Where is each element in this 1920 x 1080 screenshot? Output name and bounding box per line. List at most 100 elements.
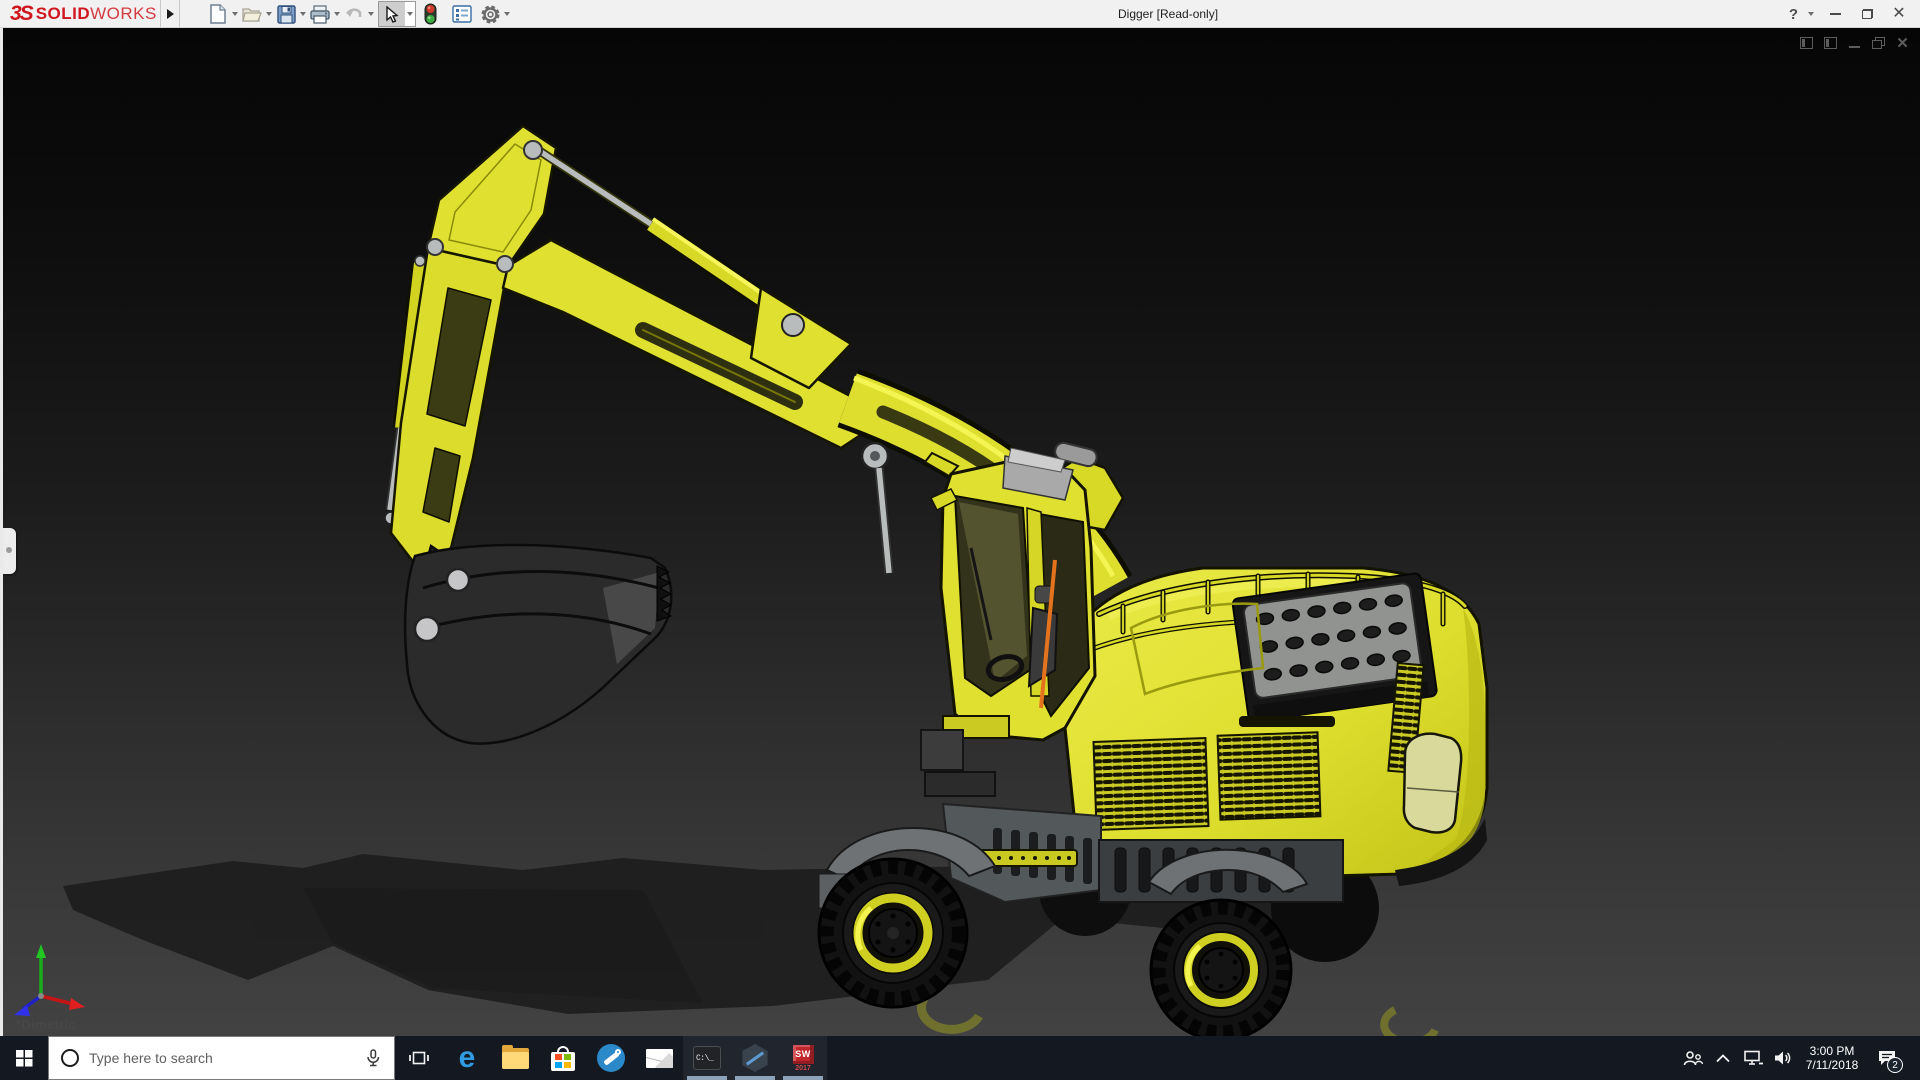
command-prompt-icon: C:\_ <box>693 1046 721 1070</box>
solidworks-2017-icon: SW 2017 <box>792 1044 814 1072</box>
taskbar-app-file-explorer[interactable] <box>491 1036 539 1080</box>
undo-caret[interactable] <box>366 2 376 26</box>
sw-icon-text: SW <box>795 1049 811 1059</box>
minimize-button[interactable] <box>1822 2 1848 26</box>
select-tool-button[interactable] <box>379 2 405 26</box>
tray-overflow-button[interactable] <box>1710 1036 1736 1080</box>
options-button[interactable] <box>478 2 502 26</box>
ds-logo-mark: 3S <box>10 2 34 25</box>
system-tray: 3:00 PM 7/11/2018 2 <box>1680 1036 1920 1080</box>
restore-button[interactable] <box>1854 2 1880 26</box>
pane-icon <box>1824 37 1837 49</box>
speaker-icon <box>1775 1051 1791 1065</box>
windows-taskbar: e C:\_ SW 2017 3:00 PM 7/11/20 <box>0 1036 1920 1080</box>
close-button[interactable]: ✕ <box>1886 2 1912 26</box>
new-document-icon <box>210 4 226 24</box>
cortana-icon <box>61 1049 79 1067</box>
taskbar-app-hexagon[interactable] <box>731 1036 779 1080</box>
minimize-icon <box>1829 13 1841 15</box>
taskbar-app-settings-tool[interactable] <box>587 1036 635 1080</box>
network-button[interactable] <box>1740 1036 1766 1080</box>
windows-logo-icon <box>15 1049 32 1066</box>
taskbar-app-edge[interactable]: e <box>443 1036 491 1080</box>
edge-icon: e <box>458 1041 476 1074</box>
graphics-viewport[interactable]: ✕ *Dimetric <box>0 28 1920 1036</box>
close-icon: ✕ <box>1892 5 1906 22</box>
new-document-button[interactable] <box>206 2 230 26</box>
featuremanager-pane-button[interactable] <box>1799 36 1814 50</box>
taskbar-search-box[interactable] <box>48 1036 395 1080</box>
document-window-controls: ✕ <box>1799 34 1910 52</box>
doc-minimize-icon <box>1849 46 1860 48</box>
flyout-arrow-icon <box>166 8 174 19</box>
task-view-button[interactable] <box>395 1036 443 1080</box>
open-folder-icon <box>242 8 262 22</box>
doc-close-button[interactable]: ✕ <box>1895 34 1910 52</box>
select-tool-group <box>378 1 416 27</box>
featuremanager-collapsed-tab[interactable] <box>3 528 16 574</box>
restore-icon <box>1861 9 1873 19</box>
doc-close-icon: ✕ <box>1896 34 1909 52</box>
menu-flyout-button[interactable] <box>160 0 180 27</box>
front-wheel <box>817 857 969 1009</box>
taskbar-app-solidworks[interactable]: SW 2017 <box>779 1036 827 1080</box>
open-caret[interactable] <box>264 2 274 26</box>
window-controls: ? ✕ <box>1787 0 1912 28</box>
print-button[interactable] <box>308 2 332 26</box>
brand-works: WORKS <box>90 4 157 23</box>
wrench-circle-icon <box>597 1044 625 1072</box>
hexagon-app-icon <box>742 1044 768 1072</box>
microphone-icon[interactable] <box>364 1049 382 1067</box>
people-icon <box>1683 1050 1703 1065</box>
display-pane-button[interactable] <box>1823 36 1838 50</box>
action-center-button[interactable]: 2 <box>1868 1036 1906 1080</box>
rear-wheel <box>1149 898 1293 1036</box>
people-button[interactable] <box>1680 1036 1706 1080</box>
gear-icon <box>481 5 499 23</box>
notification-badge: 2 <box>1887 1057 1903 1073</box>
print-caret[interactable] <box>332 2 342 26</box>
chevron-up-icon <box>1716 1053 1730 1062</box>
bucket <box>403 543 673 745</box>
select-tool-caret[interactable] <box>405 2 415 26</box>
open-button[interactable] <box>240 2 264 26</box>
doc-minimize-button[interactable] <box>1847 36 1862 50</box>
search-input[interactable] <box>89 1050 354 1066</box>
taskbar-empty-area <box>827 1036 1680 1080</box>
volume-button[interactable] <box>1770 1036 1796 1080</box>
taskbar-app-command-prompt[interactable]: C:\_ <box>683 1036 731 1080</box>
help-button[interactable]: ? <box>1787 6 1800 23</box>
tray-time: 3:00 PM <box>1809 1043 1855 1058</box>
taskbar-app-store[interactable] <box>539 1036 587 1080</box>
model-scene[interactable] <box>3 28 1920 1036</box>
display-report-button[interactable] <box>450 2 474 26</box>
store-icon <box>551 1045 575 1071</box>
save-button[interactable] <box>274 2 298 26</box>
cmd-icon-text: C:\_ <box>696 1054 714 1063</box>
undo-icon <box>346 8 362 17</box>
doc-restore-button[interactable] <box>1871 36 1886 50</box>
options-caret[interactable] <box>502 2 512 26</box>
titlebar: 3S SOLID WORKS Digger [Read-only] ? ✕ <box>0 0 1920 28</box>
mail-icon <box>645 1048 673 1068</box>
help-caret[interactable] <box>1806 2 1816 26</box>
solidworks-logo: 3S SOLID WORKS <box>10 2 157 26</box>
rebuild-button[interactable] <box>418 2 442 26</box>
doc-restore-icon <box>1872 37 1885 49</box>
pane-icon <box>1800 37 1813 49</box>
start-button[interactable] <box>0 1036 48 1080</box>
main-toolbar <box>206 0 512 28</box>
network-icon <box>1743 1050 1763 1065</box>
taskbar-app-mail[interactable] <box>635 1036 683 1080</box>
undo-button[interactable] <box>342 2 366 26</box>
view-orientation-label: *Dimetric <box>16 1017 76 1032</box>
clock[interactable]: 3:00 PM 7/11/2018 <box>1800 1044 1864 1073</box>
new-document-caret[interactable] <box>230 2 240 26</box>
document-title: Digger [Read-only] <box>1118 7 1219 21</box>
traffic-light-icon <box>424 3 436 25</box>
save-caret[interactable] <box>298 2 308 26</box>
brand-solid: SOLID <box>35 4 91 23</box>
file-explorer-icon <box>501 1044 529 1069</box>
machine-body <box>1063 566 1489 886</box>
task-view-icon <box>409 1051 429 1065</box>
